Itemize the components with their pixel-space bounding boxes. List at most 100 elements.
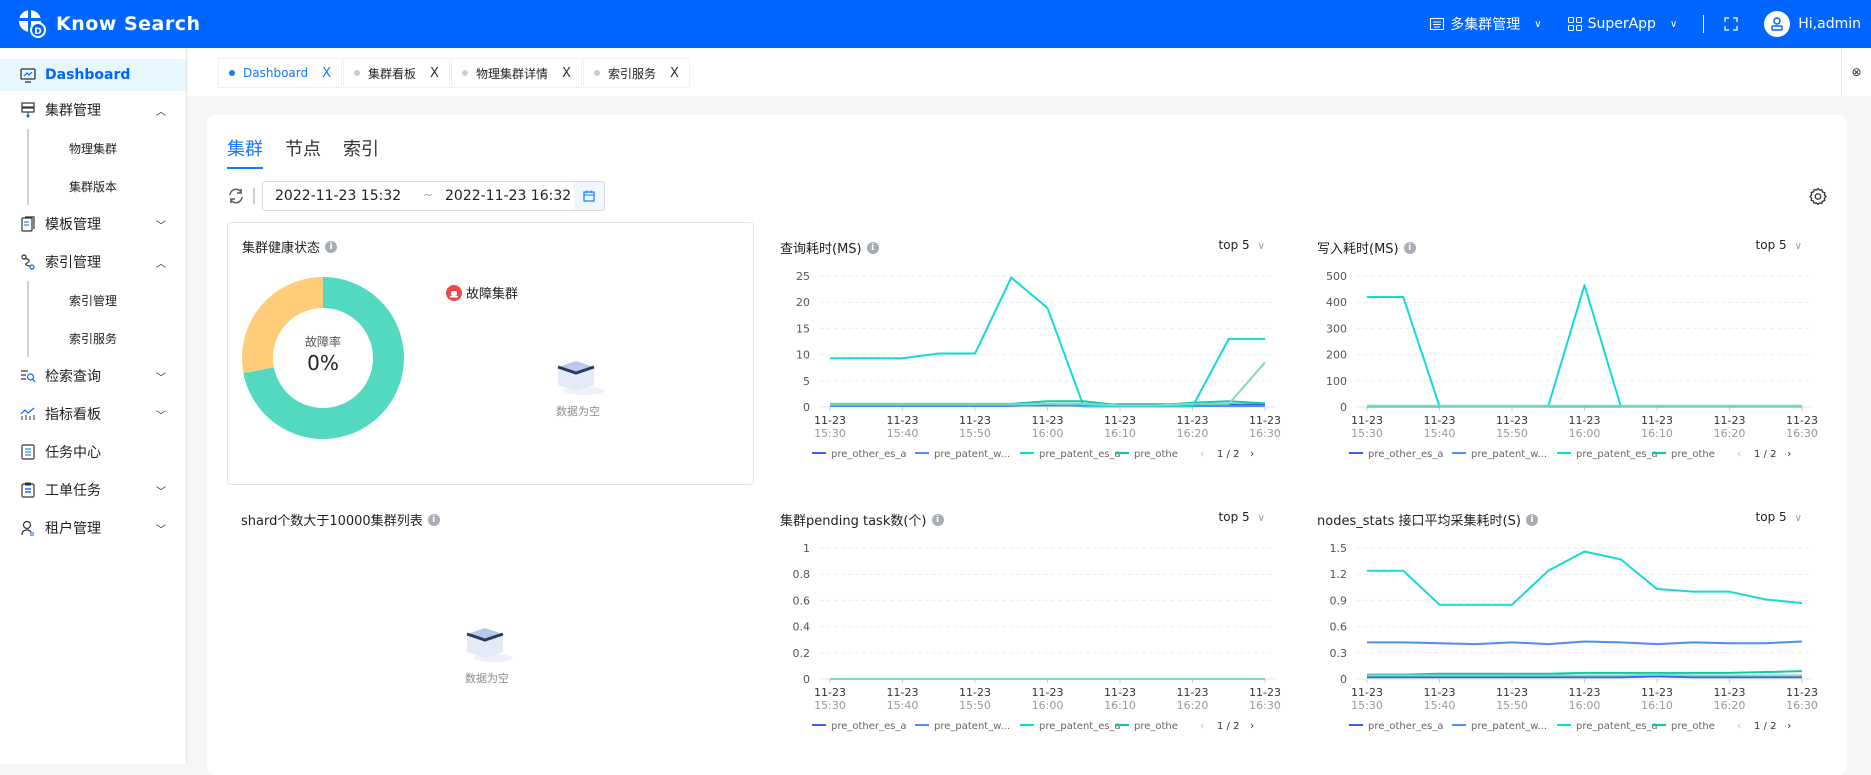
status-dot xyxy=(354,70,360,76)
info-icon[interactable]: i xyxy=(325,240,338,253)
sidebar-item-label: 模板管理 xyxy=(45,217,101,233)
shard-cluster-list-card: shard个数大于10000集群列表 i 数据为空 xyxy=(227,510,754,760)
legend-prev-page-icon[interactable]: ‹ xyxy=(1200,719,1204,732)
tab-cluster[interactable]: 集群 xyxy=(227,135,263,169)
fullscreen-button[interactable] xyxy=(1724,17,1738,31)
donut-center-value: 0% xyxy=(307,351,339,375)
sidebar-item-index-mgmt[interactable]: 索引管理 ︿ xyxy=(0,243,186,281)
info-icon[interactable]: i xyxy=(427,513,440,526)
legend-next-page-icon[interactable]: › xyxy=(1787,447,1791,460)
info-icon[interactable]: i xyxy=(1403,241,1416,254)
x-tick-label: 11-23 xyxy=(1424,686,1456,699)
x-tick-label: 11-23 xyxy=(1641,414,1673,427)
x-tick-label: 16:20 xyxy=(1714,699,1746,712)
end-date-input[interactable]: 2022-11-23 16:32 xyxy=(445,188,571,204)
legend-page-indicator: 1 / 2 xyxy=(1754,721,1776,732)
logo[interactable]: D Know Search xyxy=(16,8,201,40)
sidebar-subitem-index-mgmt[interactable]: 索引管理 xyxy=(0,281,186,319)
task-icon xyxy=(20,444,36,460)
legend-next-page-icon[interactable]: › xyxy=(1250,447,1254,460)
sidebar-item-search-query[interactable]: 检索查询 ﹀ xyxy=(0,357,186,395)
close-all-tabs-button[interactable]: ⊗ xyxy=(1841,48,1871,96)
y-tick-label: 1.2 xyxy=(1330,568,1348,581)
tab-node[interactable]: 节点 xyxy=(285,135,321,169)
x-tick-label: 11-23 xyxy=(1641,686,1673,699)
page-tab-cluster-board[interactable]: 集群看板 X xyxy=(343,58,450,88)
user-menu[interactable]: Hi,admin xyxy=(1764,11,1861,37)
divider xyxy=(253,188,255,204)
legend-prev-page-icon[interactable]: ‹ xyxy=(1737,719,1741,732)
chevron-down-icon: ∨ xyxy=(1794,241,1802,252)
y-tick-label: 100 xyxy=(1326,375,1347,388)
calendar-icon[interactable] xyxy=(574,182,604,210)
x-tick-label: 11-23 xyxy=(1032,414,1064,427)
sidebar-item-dashboard[interactable]: Dashboard xyxy=(0,59,186,91)
y-tick-label: 0.3 xyxy=(1330,647,1348,660)
sidebar-subitem-cluster-version[interactable]: 集群版本 xyxy=(0,167,186,205)
sidebar-subitem-physical-cluster[interactable]: 物理集群 xyxy=(0,129,186,167)
page-tab-dashboard[interactable]: Dashboard X xyxy=(218,58,343,88)
page-tab-index-service[interactable]: 索引服务 X xyxy=(583,58,690,88)
sidebar-item-template-mgmt[interactable]: 模板管理 ﹀ xyxy=(0,205,186,243)
sidebar-item-cluster-mgmt[interactable]: 集群管理 ︿ xyxy=(0,91,186,129)
x-tick-label: 16:30 xyxy=(1786,699,1818,712)
start-date-input[interactable]: 2022-11-23 15:32 xyxy=(275,188,401,204)
chevron-up-icon: ︿ xyxy=(156,258,166,270)
top-n-select[interactable]: top 5 ∨ xyxy=(1219,510,1265,524)
series-line-1 xyxy=(1367,675,1802,679)
main-panel: 集群 节点 索引 2022-11-23 15:32 ~ 2022-11-23 1… xyxy=(207,115,1847,775)
tab-index[interactable]: 索引 xyxy=(343,135,379,169)
x-tick-label: 11-23 xyxy=(814,414,846,427)
close-icon[interactable]: X xyxy=(430,66,439,81)
x-tick-label: 16:20 xyxy=(1714,427,1746,440)
query-latency-chart: 查询耗时(MS) i top 5 ∨ 0 5 10 15 20 25 11-23 15:30 11-… xyxy=(780,238,1285,478)
superapp-menu[interactable]: SuperApp ∨ xyxy=(1567,16,1678,32)
x-tick-label: 15:30 xyxy=(1351,427,1383,440)
sidebar-item-work-order[interactable]: 工单任务 ﹀ xyxy=(0,471,186,509)
y-tick-label: 1 xyxy=(803,542,810,555)
legend-prev-page-icon[interactable]: ‹ xyxy=(1737,447,1741,460)
sidebar-item-label: 指标看板 xyxy=(45,407,101,423)
sidebar-item-task-center[interactable]: 任务中心 xyxy=(0,433,186,471)
close-icon[interactable]: X xyxy=(322,66,331,81)
sidebar-item-label: 集群管理 xyxy=(45,103,101,119)
sidebar-subitem-index-service[interactable]: 索引服务 xyxy=(0,319,186,357)
top-n-select[interactable]: top 5 ∨ xyxy=(1756,510,1802,524)
x-tick-label: 11-23 xyxy=(1351,686,1383,699)
top-n-select[interactable]: top 5 ∨ xyxy=(1219,238,1265,252)
sidebar-item-metrics-board[interactable]: 指标看板 ﹀ xyxy=(0,395,186,433)
gear-icon[interactable] xyxy=(1809,187,1827,205)
chevron-down-icon: ∨ xyxy=(1669,18,1678,30)
empty-text: 数据为空 xyxy=(556,405,600,418)
sidebar: Dashboard 集群管理 ︿ 物理集群 集群版本 模板管理 ﹀ 索引管理 ︿… xyxy=(0,48,187,764)
x-tick-label: 11-23 xyxy=(887,414,919,427)
x-tick-label: 11-23 xyxy=(1714,414,1746,427)
chevron-down-icon: ﹀ xyxy=(156,372,166,384)
page-tab-physical-cluster-detail[interactable]: 物理集群详情 X xyxy=(451,58,582,88)
y-tick-label: 0.6 xyxy=(793,594,811,607)
series-line-2 xyxy=(1367,640,1803,646)
refresh-icon[interactable] xyxy=(227,187,245,205)
legend-next-page-icon[interactable]: › xyxy=(1250,719,1254,732)
close-icon[interactable]: X xyxy=(562,66,571,81)
tab-label: Dashboard xyxy=(243,66,309,80)
legend-item: pre_other_es_a xyxy=(831,449,907,460)
faulty-cluster-label: 故障集群 xyxy=(466,287,519,302)
top-n-select[interactable]: top 5 ∨ xyxy=(1756,238,1802,252)
user-name: Hi,admin xyxy=(1798,16,1861,32)
close-icon[interactable]: X xyxy=(670,66,679,81)
date-range-picker[interactable]: 2022-11-23 15:32 ~ 2022-11-23 16:32 xyxy=(262,181,605,211)
x-tick-label: 11-23 xyxy=(1351,414,1383,427)
empty-text: 数据为空 xyxy=(465,672,509,685)
info-icon[interactable]: i xyxy=(931,513,944,526)
multi-cluster-menu[interactable]: 多集群管理 ∨ xyxy=(1430,14,1542,34)
legend-prev-page-icon[interactable]: ‹ xyxy=(1200,447,1204,460)
info-icon[interactable]: i xyxy=(866,241,879,254)
sidebar-item-tenant-mgmt[interactable]: 租户管理 ﹀ xyxy=(0,509,186,547)
legend-item: pre_patent_w... xyxy=(1471,721,1547,732)
info-icon[interactable]: i xyxy=(1525,513,1538,526)
y-tick-label: 0.4 xyxy=(793,621,811,634)
apps-grid-icon xyxy=(1567,17,1582,31)
legend-next-page-icon[interactable]: › xyxy=(1787,719,1791,732)
status-dot xyxy=(229,70,235,76)
